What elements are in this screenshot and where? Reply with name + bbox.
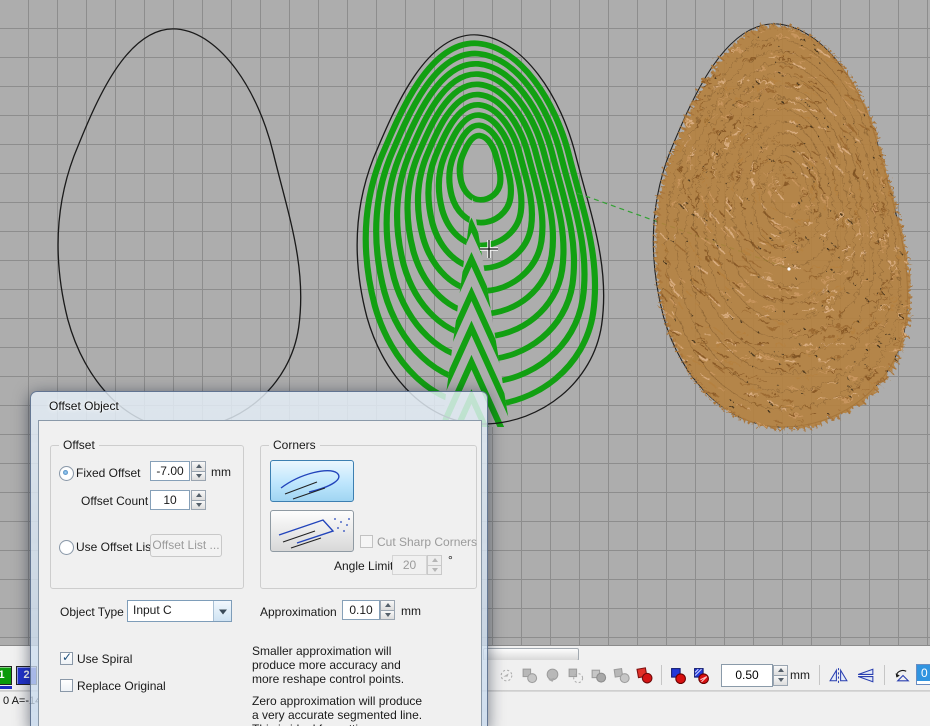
approximation-spinner[interactable] bbox=[380, 600, 395, 620]
boolean-op-1-icon[interactable] bbox=[498, 667, 515, 684]
toolbar-separator bbox=[661, 665, 662, 685]
boolean-op-3-icon[interactable] bbox=[544, 667, 561, 684]
cut-sharp-corners-label: Cut Sharp Corners bbox=[377, 535, 477, 549]
offset-count-spinner[interactable] bbox=[191, 490, 206, 510]
outline-object bbox=[58, 29, 301, 429]
use-spiral-checkbox[interactable] bbox=[60, 652, 73, 665]
approximation-note-2: Zero approximation will produce a very a… bbox=[252, 694, 426, 726]
stitched-object bbox=[648, 24, 912, 427]
offset-count-input[interactable]: 10 bbox=[150, 490, 190, 510]
application-window: 1 2 mm ↺ 0 0 A=-14 Offset Object bbox=[0, 0, 930, 726]
replace-original-label: Replace Original bbox=[77, 679, 166, 693]
boolean-op-5-icon[interactable] bbox=[590, 667, 607, 684]
sharp-corners-button[interactable] bbox=[270, 510, 354, 552]
rounded-corner-icon bbox=[271, 461, 353, 501]
fixed-offset-input[interactable]: -7.00 bbox=[150, 461, 190, 481]
mirror-vertical-icon[interactable] bbox=[855, 667, 876, 684]
boolean-op-6-icon[interactable] bbox=[613, 667, 630, 684]
offset-object-dialog: Offset Object Offset Fixed Offset -7.00 … bbox=[30, 391, 488, 726]
approximation-note-1: Smaller approximation will produce more … bbox=[252, 644, 426, 686]
rotate-left-icon[interactable] bbox=[893, 667, 913, 684]
angle-limit-input[interactable]: 20 bbox=[392, 555, 427, 575]
toolbar-separator bbox=[884, 665, 885, 685]
remove-overlaps-icon[interactable] bbox=[636, 667, 653, 684]
angle-limit-label: Angle Limit bbox=[334, 559, 393, 573]
toolbar-offset-spinner[interactable] bbox=[773, 665, 788, 686]
sharp-corner-icon bbox=[271, 511, 353, 551]
boolean-op-4-icon[interactable] bbox=[567, 667, 584, 684]
palette-color-2-label: 2 bbox=[23, 669, 29, 681]
use-offset-list-label: Use Offset List bbox=[76, 540, 154, 554]
dialog-body: Offset Fixed Offset -7.00 mm Offset Coun… bbox=[38, 420, 482, 726]
rounded-corners-button[interactable] bbox=[270, 460, 354, 502]
fixed-offset-spinner[interactable] bbox=[191, 461, 206, 481]
cut-sharp-corners-checkbox[interactable] bbox=[360, 535, 373, 548]
approximation-input[interactable]: 0.10 bbox=[342, 600, 380, 620]
chevron-down-icon[interactable] bbox=[213, 601, 231, 621]
rotate-angle-field[interactable]: 0 bbox=[916, 664, 930, 685]
palette-color-1[interactable]: 1 bbox=[0, 666, 12, 685]
boolean-op-2-icon[interactable] bbox=[521, 667, 538, 684]
angle-limit-spinner[interactable] bbox=[427, 555, 442, 575]
toolbar-offset-input[interactable] bbox=[721, 664, 773, 687]
fixed-offset-radio[interactable] bbox=[59, 466, 74, 481]
mirror-horizontal-icon[interactable] bbox=[828, 667, 849, 684]
object-type-label: Object Type bbox=[60, 605, 124, 619]
fixed-offset-label: Fixed Offset bbox=[76, 466, 140, 480]
fixed-offset-unit: mm bbox=[211, 465, 231, 479]
angle-limit-unit: ° bbox=[448, 553, 453, 567]
offset-list-button[interactable]: Offset List ... bbox=[150, 534, 222, 557]
use-offset-list-radio[interactable] bbox=[59, 540, 74, 555]
palette-color-1-label: 1 bbox=[0, 669, 5, 681]
dialog-title[interactable]: Offset Object bbox=[31, 392, 487, 420]
toolbar-offset-unit: mm bbox=[790, 668, 810, 682]
offset-group-label: Offset bbox=[59, 438, 99, 452]
approximation-unit: mm bbox=[401, 604, 421, 618]
pattern-overlap-icon[interactable] bbox=[693, 667, 710, 684]
approximation-label: Approximation bbox=[260, 605, 337, 619]
corners-group-label: Corners bbox=[269, 438, 320, 452]
replace-original-checkbox[interactable] bbox=[60, 679, 73, 692]
object-type-value: Input C bbox=[133, 603, 172, 617]
offset-count-label: Offset Count bbox=[81, 494, 148, 508]
use-spiral-label: Use Spiral bbox=[77, 652, 132, 666]
toolbar-separator bbox=[819, 665, 820, 685]
object-type-dropdown[interactable]: Input C bbox=[127, 600, 232, 622]
overlap-shapes-icon[interactable] bbox=[670, 667, 687, 684]
